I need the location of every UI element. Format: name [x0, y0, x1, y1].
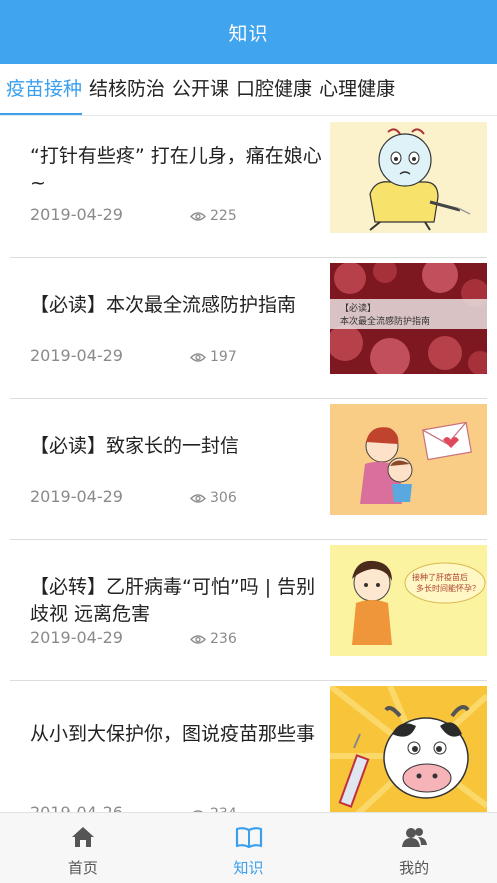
article-title: 【必读】致家长的一封信 — [30, 435, 240, 457]
article-views: 306 — [190, 490, 237, 506]
view-count: 236 — [210, 631, 237, 647]
view-count: 306 — [210, 490, 237, 506]
users-icon — [402, 828, 428, 847]
article-card[interactable]: 【必读】致家长的一封信 2019-04-29 306 — [10, 399, 487, 540]
nav-knowledge-label: 知识 — [233, 859, 264, 877]
article-title: 【必读】本次最全流感防护指南 — [30, 294, 297, 316]
article-thumbnail: 【必读】 本次最全流感防护指南 — [330, 263, 487, 374]
article-date: 2019-04-29 — [30, 628, 123, 647]
article-date: 2019-04-26 — [30, 803, 123, 812]
nav-home-label: 首页 — [67, 859, 98, 877]
thumb-text-line1: 【必读】 — [340, 302, 376, 314]
thumb-text-line1: 接种了肝疫苗后 — [412, 572, 468, 582]
tab-tuberculosis[interactable]: 结核防治 — [82, 64, 165, 115]
article-thumbnail — [330, 122, 487, 233]
article-thumbnail: 接种了肝疫苗后 多长时间能怀孕？ — [330, 545, 487, 656]
eye-icon — [190, 493, 206, 503]
app-header: 知识 — [0, 0, 497, 64]
article-date: 2019-04-29 — [30, 205, 123, 224]
article-card[interactable]: “打针有些疼” 打在儿身，痛在娘心~ 2019-04-29 225 — [10, 117, 487, 258]
thumb-text-line2: 本次最全流感防护指南 — [340, 315, 430, 327]
nav-mine[interactable]: 我的 — [331, 813, 497, 883]
view-count: 225 — [210, 208, 237, 224]
eye-icon — [190, 211, 206, 221]
article-thumbnail — [330, 404, 487, 515]
tab-vaccination[interactable]: 疫苗接种 — [0, 64, 83, 115]
article-date: 2019-04-29 — [30, 487, 123, 506]
article-thumbnail — [330, 686, 487, 812]
article-views: 236 — [190, 631, 237, 647]
bottom-navigation: 首页 知识 我的 — [0, 812, 497, 883]
article-date: 2019-04-29 — [30, 346, 123, 365]
article-title: 从小到大保护你，图说疫苗那些事 — [30, 723, 316, 745]
nav-knowledge[interactable]: 知识 — [166, 813, 332, 883]
article-title: 【必转】乙肝病毒“可怕”吗 | 告别歧视 远离危害 — [30, 576, 316, 625]
article-card[interactable]: 【必读】本次最全流感防护指南 2019-04-29 197 【必读】 本次最全流… — [10, 258, 487, 399]
view-count: 197 — [210, 349, 237, 365]
page-title: 知识 — [228, 22, 269, 45]
thumb-text-line2: 多长时间能怀孕？ — [416, 583, 480, 593]
article-views: 197 — [190, 349, 237, 365]
nav-home[interactable]: 首页 — [0, 813, 166, 883]
nav-mine-label: 我的 — [399, 859, 430, 877]
eye-icon — [190, 352, 206, 362]
article-views: 225 — [190, 208, 237, 224]
article-card[interactable]: 【必转】乙肝病毒“可怕”吗 | 告别歧视 远离危害 2019-04-29 236… — [10, 540, 487, 681]
home-icon — [71, 827, 94, 847]
book-icon — [235, 827, 262, 849]
tab-open-course[interactable]: 公开课 — [165, 64, 229, 115]
article-list[interactable]: “打针有些疼” 打在儿身，痛在娘心~ 2019-04-29 225 【必读】本次… — [0, 117, 497, 812]
tab-mental-health[interactable]: 心理健康 — [312, 64, 395, 115]
eye-icon — [190, 634, 206, 644]
category-tabs: 疫苗接种 结核防治 公开课 口腔健康 心理健康 — [0, 64, 497, 116]
article-title: “打针有些疼” 打在儿身，痛在娘心~ — [30, 145, 322, 194]
article-card[interactable]: 从小到大保护你，图说疫苗那些事 2019-04-26 234 — [10, 681, 487, 812]
tab-oral-health[interactable]: 口腔健康 — [229, 64, 312, 115]
